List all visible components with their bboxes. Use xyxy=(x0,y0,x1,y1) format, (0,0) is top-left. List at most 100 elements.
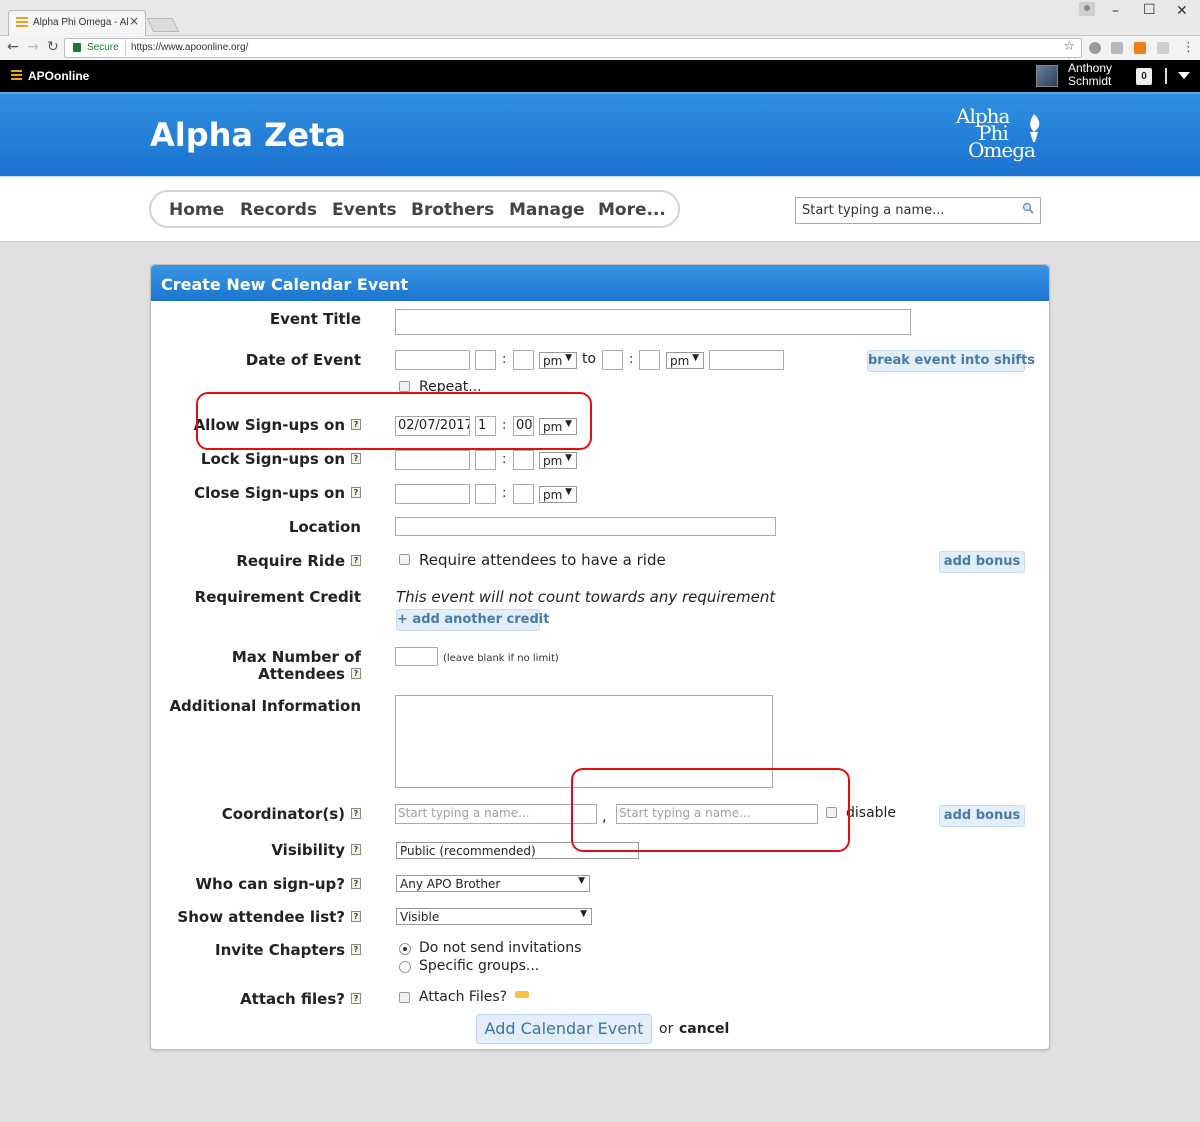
break-into-shifts-button[interactable]: break event into shifts xyxy=(867,350,1035,372)
allow-signups-minute-input[interactable]: 00 xyxy=(513,416,534,436)
close-signups-minute-input[interactable] xyxy=(513,484,534,504)
extension-chat-icon[interactable] xyxy=(1111,42,1123,54)
visibility-value: Public (recommended) xyxy=(400,844,536,858)
event-end-ampm-select[interactable]: pm ▼ xyxy=(666,352,704,369)
or-label: or xyxy=(659,1021,674,1037)
help-icon[interactable]: ? xyxy=(351,453,361,464)
help-icon[interactable]: ? xyxy=(351,555,361,566)
help-icon[interactable]: ? xyxy=(351,487,361,498)
lock-signups-minute-input[interactable] xyxy=(513,450,534,470)
user-last-name: Schmidt xyxy=(1068,74,1112,88)
close-signups-hour-input[interactable] xyxy=(475,484,496,504)
who-can-signup-select[interactable]: Any APO Brother ▼ xyxy=(396,875,590,892)
lock-signups-hour-input[interactable] xyxy=(475,450,496,470)
url-text: https://www.apoonline.org/ xyxy=(131,42,249,53)
additional-info-textarea[interactable] xyxy=(395,695,773,788)
panel-title: Create New Calendar Event xyxy=(161,275,409,294)
nav-brothers[interactable]: Brothers xyxy=(411,200,494,220)
require-ride-checkbox[interactable] xyxy=(399,554,410,565)
add-bonus-button[interactable]: add bonus xyxy=(939,551,1025,573)
forward-icon[interactable]: → xyxy=(27,39,39,55)
event-start-minute-input[interactable] xyxy=(513,350,534,370)
to-label: to xyxy=(582,351,597,367)
close-signups-ampm-select[interactable]: pm ▼ xyxy=(539,486,577,503)
help-icon[interactable]: ? xyxy=(351,844,361,855)
new-tab-button[interactable] xyxy=(146,18,180,32)
search-icon[interactable] xyxy=(1022,202,1034,214)
site-brand[interactable]: APOonline xyxy=(28,69,89,83)
help-icon[interactable]: ? xyxy=(351,878,361,889)
nav-more[interactable]: More... xyxy=(598,200,666,220)
help-icon[interactable]: ? xyxy=(351,993,361,1004)
repeat-label: Repeat... xyxy=(419,379,482,395)
label-date-of-event: Date of Event xyxy=(245,351,361,369)
avatar[interactable] xyxy=(1036,65,1058,87)
location-input[interactable] xyxy=(395,517,776,536)
nav-manage[interactable]: Manage xyxy=(509,200,585,220)
extension-cast-icon[interactable] xyxy=(1157,42,1169,54)
colon: : xyxy=(502,418,507,433)
lock-signups-ampm-select[interactable]: pm ▼ xyxy=(539,452,577,469)
nav-home[interactable]: Home xyxy=(169,200,224,220)
event-end-hour-input[interactable] xyxy=(602,350,623,370)
reload-icon[interactable]: ↻ xyxy=(47,39,59,55)
chevron-down-icon[interactable] xyxy=(1178,72,1190,79)
close-signups-date-input[interactable] xyxy=(395,484,470,504)
help-icon[interactable]: ? xyxy=(351,419,361,430)
invite-specific-radio[interactable] xyxy=(399,961,411,973)
max-attendees-input[interactable] xyxy=(395,647,438,666)
invite-option-specific: Specific groups... xyxy=(419,958,540,974)
allow-signups-ampm-select[interactable]: pm ▼ xyxy=(539,418,577,435)
hamburger-menu-icon[interactable] xyxy=(11,70,22,82)
dropdown-arrow-icon: ▼ xyxy=(580,909,587,919)
nav-events[interactable]: Events xyxy=(332,200,397,220)
rss-icon[interactable] xyxy=(1134,42,1146,54)
browser-menu-icon[interactable]: ⋮ xyxy=(1182,40,1195,55)
browser-tab[interactable]: Alpha Phi Omega - Alph × xyxy=(8,10,146,36)
add-bonus-button[interactable]: add bonus xyxy=(939,805,1025,827)
new-badge-icon xyxy=(515,991,529,998)
help-icon[interactable]: ? xyxy=(351,944,361,955)
event-date-input[interactable] xyxy=(395,350,470,370)
show-attendee-list-select[interactable]: Visible ▼ xyxy=(396,908,592,925)
event-title-input[interactable] xyxy=(395,309,911,335)
visibility-select[interactable]: Public (recommended) xyxy=(396,842,639,859)
extension-icon[interactable] xyxy=(1089,42,1101,54)
attach-files-checkbox[interactable] xyxy=(399,992,410,1003)
disable-coordinator-checkbox[interactable] xyxy=(826,807,837,818)
allow-signups-date-input[interactable]: 02/07/2017 xyxy=(395,416,470,436)
label-attach-files: Attach files? xyxy=(240,990,345,1008)
close-tab-icon[interactable]: × xyxy=(129,14,139,28)
browser-profile-icon[interactable] xyxy=(1079,2,1095,16)
ampm-value: pm xyxy=(543,488,563,502)
help-icon[interactable]: ? xyxy=(351,808,361,819)
add-another-credit-button[interactable]: + add another credit xyxy=(396,609,549,631)
add-calendar-event-button[interactable]: Add Calendar Event xyxy=(476,1014,652,1044)
event-start-hour-input[interactable] xyxy=(475,350,496,370)
invite-none-radio[interactable] xyxy=(399,943,411,955)
repeat-checkbox[interactable] xyxy=(399,381,410,392)
user-name[interactable]: Anthony Schmidt xyxy=(1068,62,1112,88)
maximize-icon[interactable]: ☐ xyxy=(1143,2,1156,18)
help-icon[interactable]: ? xyxy=(351,668,361,679)
back-icon[interactable]: ← xyxy=(7,39,19,55)
logo-line-3: Omega xyxy=(968,138,1036,162)
nav-records[interactable]: Records xyxy=(240,200,317,220)
close-window-icon[interactable]: ✕ xyxy=(1176,3,1188,19)
coordinator-1-input[interactable]: Start typing a name... xyxy=(395,804,597,824)
lock-signups-date-input[interactable] xyxy=(395,450,470,470)
name-search-input[interactable]: Start typing a name... xyxy=(795,197,1041,224)
url-bar[interactable]: Secure https://www.apoonline.org/ ☆ xyxy=(64,38,1082,58)
help-icon[interactable]: ? xyxy=(351,911,361,922)
colon: : xyxy=(629,352,634,367)
bookmark-star-icon[interactable]: ☆ xyxy=(1063,39,1075,54)
event-end-minute-input[interactable] xyxy=(639,350,660,370)
allow-signups-hour-input[interactable]: 1 xyxy=(475,416,496,436)
event-end-date-input[interactable] xyxy=(709,350,784,370)
coordinator-2-input[interactable]: Start typing a name... xyxy=(616,804,818,824)
cancel-link[interactable]: cancel xyxy=(679,1021,729,1037)
minimize-icon[interactable]: – xyxy=(1112,3,1119,19)
colon: : xyxy=(502,452,507,467)
event-start-ampm-select[interactable]: pm ▼ xyxy=(539,352,577,369)
notification-badge[interactable]: 0 xyxy=(1136,68,1152,85)
